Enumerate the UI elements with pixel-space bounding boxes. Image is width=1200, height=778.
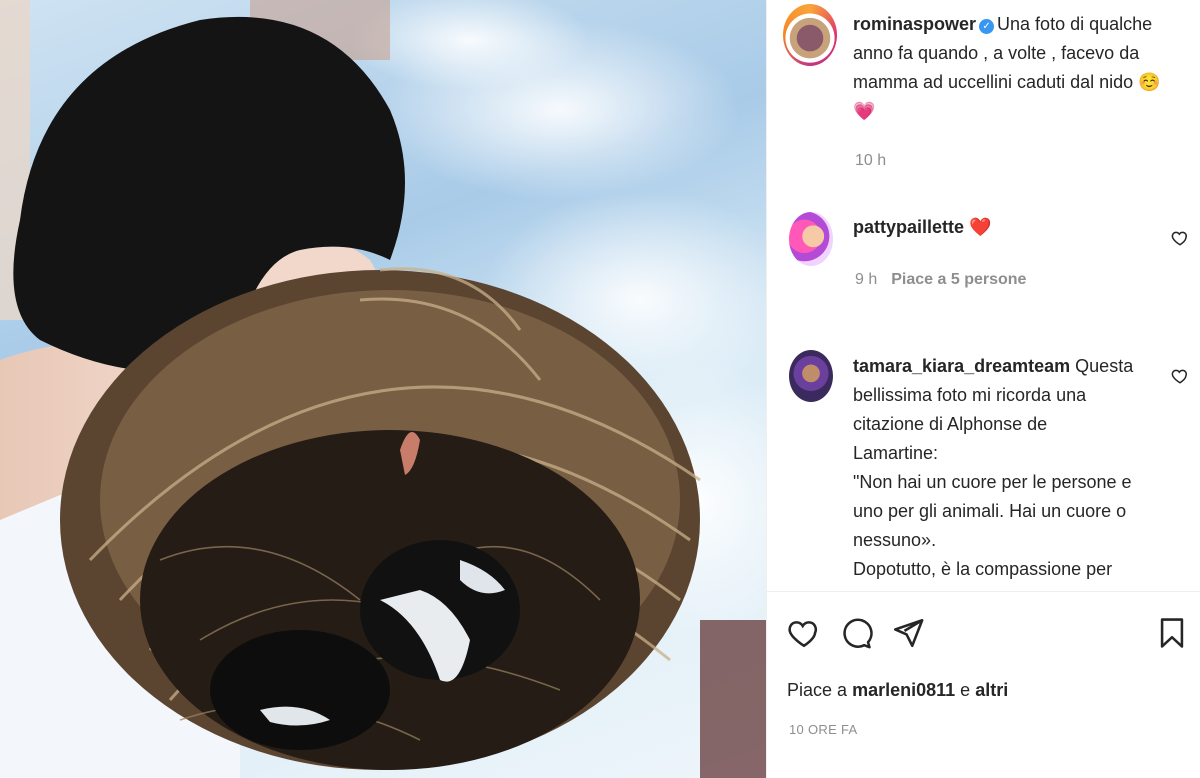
comment-text: tamara_kiara_dreamteam Questa bellissima…: [853, 352, 1163, 584]
author-avatar[interactable]: [783, 4, 837, 66]
likes-user[interactable]: marleni0811: [852, 680, 955, 700]
comment-time[interactable]: 9 h: [855, 271, 877, 288]
caption-line-1: Una foto di qualche: [997, 14, 1153, 34]
comment-username[interactable]: pattypaillette: [853, 217, 964, 237]
comment-likes[interactable]: Piace a 5 persone: [891, 271, 1026, 288]
comment-username[interactable]: tamara_kiara_dreamteam: [853, 356, 1070, 376]
bookmark-icon[interactable]: [1155, 616, 1189, 650]
post-caption: rominaspower ✓ Una foto di qualche anno fa…: [853, 10, 1193, 126]
likes-others[interactable]: altri: [975, 680, 1008, 700]
comment-meta: 9 h Piace a 5 persone: [855, 271, 1026, 289]
verified-badge-icon: ✓: [979, 19, 995, 34]
post-time[interactable]: 10 h: [855, 152, 886, 170]
caption-line-4: 💗: [853, 101, 876, 121]
comment-line-7: nessuno».: [853, 530, 937, 550]
comment-line-2: bellissima foto mi ricorda una: [853, 385, 1087, 405]
author-username[interactable]: rominaspower: [853, 14, 976, 34]
comment-line-8: Dopotutto, è la compassione per: [853, 559, 1113, 579]
comment-body: ❤️: [969, 217, 992, 237]
post-time-ago[interactable]: 10 ORE FA: [789, 722, 857, 737]
comment-icon[interactable]: [839, 616, 873, 650]
comment-line-5: "Non hai un cuore per le persone e: [853, 472, 1132, 492]
comment-text: pattypaillette ❤️: [853, 213, 1153, 242]
post-sidebar: rominaspower ✓ Una foto di qualche anno fa…: [766, 0, 1200, 778]
comment-like-heart-icon[interactable]: [1171, 367, 1189, 385]
likes-summary[interactable]: Piace a marleni0811 e altri: [787, 680, 1008, 701]
comment-line-4: Lamartine:: [853, 443, 939, 463]
commenter-avatar[interactable]: [789, 212, 833, 266]
caption-line-3: mamma ad uccellini caduti dal nido ☺️: [853, 72, 1161, 92]
send-icon[interactable]: [891, 616, 925, 650]
comment-line-6: uno per gli animali. Hai un cuore o: [853, 501, 1127, 521]
heart-icon[interactable]: [787, 616, 821, 650]
comment-like-heart-icon[interactable]: [1171, 229, 1189, 247]
likes-prefix: Piace a: [787, 680, 848, 700]
caption-line-2: anno fa quando , a volte , facevo da: [853, 43, 1140, 63]
commenter-avatar[interactable]: [789, 350, 833, 402]
comment-line-1: Questa: [1075, 356, 1134, 376]
likes-connector: e: [960, 680, 971, 700]
photo-illustration: [0, 0, 766, 778]
comment-line-3: citazione di Alphonse de: [853, 414, 1048, 434]
post-photo[interactable]: [0, 0, 766, 778]
actions-divider: [767, 591, 1200, 592]
